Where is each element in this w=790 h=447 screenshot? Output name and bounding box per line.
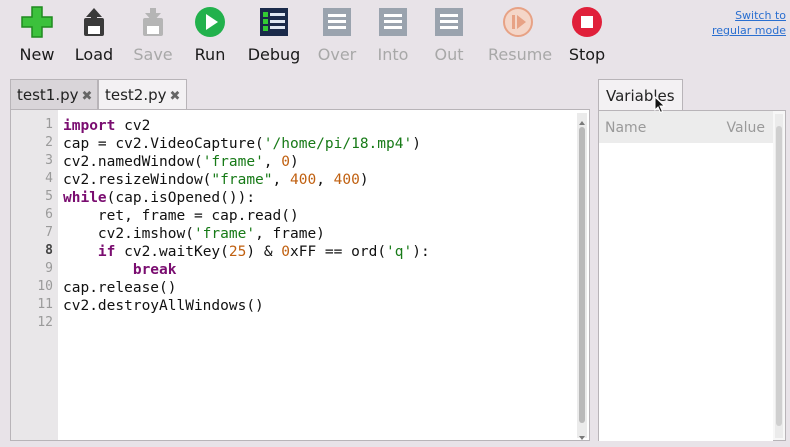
step-into-button[interactable]: Into (363, 6, 423, 68)
line-number: 6 (45, 207, 53, 222)
tab-variables[interactable]: Variables (598, 79, 683, 110)
line-number: 5 (45, 189, 53, 204)
variables-list (599, 143, 773, 441)
line-number-gutter: 1 2 3 4 5 6 7 8 9 10 11 12 (11, 110, 58, 440)
code-line[interactable]: ret, frame = cap.read() (63, 207, 299, 225)
scrollbar-thumb[interactable] (579, 127, 585, 423)
switch-link-line2: regular mode (711, 24, 786, 37)
editor-scrollbar[interactable] (577, 113, 587, 440)
scroll-down-icon[interactable] (577, 428, 587, 440)
line-number-current: 8 (45, 243, 53, 258)
line-number: 10 (37, 279, 53, 294)
load-label: Load (74, 45, 114, 64)
resume-button[interactable]: Resume (488, 6, 553, 68)
close-icon[interactable]: ✖ (82, 89, 93, 104)
save-icon (137, 6, 169, 38)
close-icon[interactable]: ✖ (170, 89, 181, 104)
code-line[interactable]: cap.release() (63, 279, 177, 297)
variables-scrollbar[interactable] (775, 114, 783, 438)
stop-icon (571, 6, 603, 38)
code-line[interactable]: while(cap.isOpened()): (63, 189, 255, 207)
debug-icon (258, 6, 290, 38)
code-line[interactable]: cv2.resizeWindow("frame", 400, 400) (63, 171, 369, 189)
stop-button[interactable]: Stop (557, 6, 617, 68)
toolbar: New Load Save Run Debug Over Into Out Re… (0, 0, 790, 72)
step-over-button[interactable]: Over (307, 6, 367, 68)
debug-button[interactable]: Debug (244, 6, 304, 68)
name-column-header[interactable]: Name (605, 120, 646, 136)
load-icon (78, 6, 110, 38)
out-label: Out (434, 45, 464, 64)
step-out-button[interactable]: Out (419, 6, 479, 68)
variables-panel: Name Value (598, 110, 786, 441)
code-line[interactable]: import cv2 (63, 117, 150, 135)
new-button[interactable]: New (7, 6, 67, 68)
run-button[interactable]: Run (180, 6, 240, 68)
plus-icon (21, 6, 53, 38)
code-line[interactable]: cap = cv2.VideoCapture('/home/pi/18.mp4'… (63, 135, 421, 153)
variables-scrollbar-thumb[interactable] (776, 126, 782, 426)
new-label: New (19, 45, 55, 64)
step-into-icon (377, 6, 409, 38)
switch-link-line1: Switch to (735, 9, 786, 22)
over-label: Over (317, 45, 357, 64)
step-over-icon (321, 6, 353, 38)
run-label: Run (194, 45, 226, 64)
line-number: 3 (45, 153, 53, 168)
code-line[interactable]: if cv2.waitKey(25) & 0xFF == ord('q'): (63, 243, 430, 261)
tab-test2[interactable]: test2.py ✖ (98, 79, 187, 110)
variables-header: Name Value (599, 111, 773, 143)
line-number: 11 (37, 297, 53, 312)
line-number: 12 (37, 315, 53, 330)
switch-to-regular-mode-link[interactable]: Switch to regular mode (706, 8, 786, 38)
save-label: Save (133, 45, 173, 64)
line-number: 9 (45, 261, 53, 276)
code-line[interactable]: cv2.imshow('frame', frame) (63, 225, 325, 243)
save-button[interactable]: Save (123, 6, 183, 68)
tab-test1-label: test1.py (17, 86, 79, 104)
scroll-up-icon[interactable] (577, 113, 587, 125)
code-editor[interactable]: 1 2 3 4 5 6 7 8 9 10 11 12 import cv2 cap… (10, 109, 590, 441)
stop-label: Stop (568, 45, 606, 64)
resume-label: Resume (488, 45, 553, 64)
tab-test1[interactable]: test1.py ✖ (10, 79, 98, 109)
resume-icon (502, 6, 534, 38)
debug-label: Debug (247, 45, 301, 64)
value-column-header[interactable]: Value (727, 120, 765, 136)
play-icon (194, 6, 226, 38)
into-label: Into (377, 45, 409, 64)
line-number: 1 (45, 117, 53, 132)
line-number: 7 (45, 225, 53, 240)
code-line[interactable]: break (63, 261, 177, 279)
line-number: 2 (45, 135, 53, 150)
mouse-pointer-icon (654, 95, 666, 114)
line-number: 4 (45, 171, 53, 186)
load-button[interactable]: Load (64, 6, 124, 68)
step-out-icon (433, 6, 465, 38)
code-line[interactable]: cv2.namedWindow('frame', 0) (63, 153, 299, 171)
code-line[interactable]: cv2.destroyAllWindows() (63, 297, 264, 315)
tab-test2-label: test2.py (105, 86, 167, 104)
